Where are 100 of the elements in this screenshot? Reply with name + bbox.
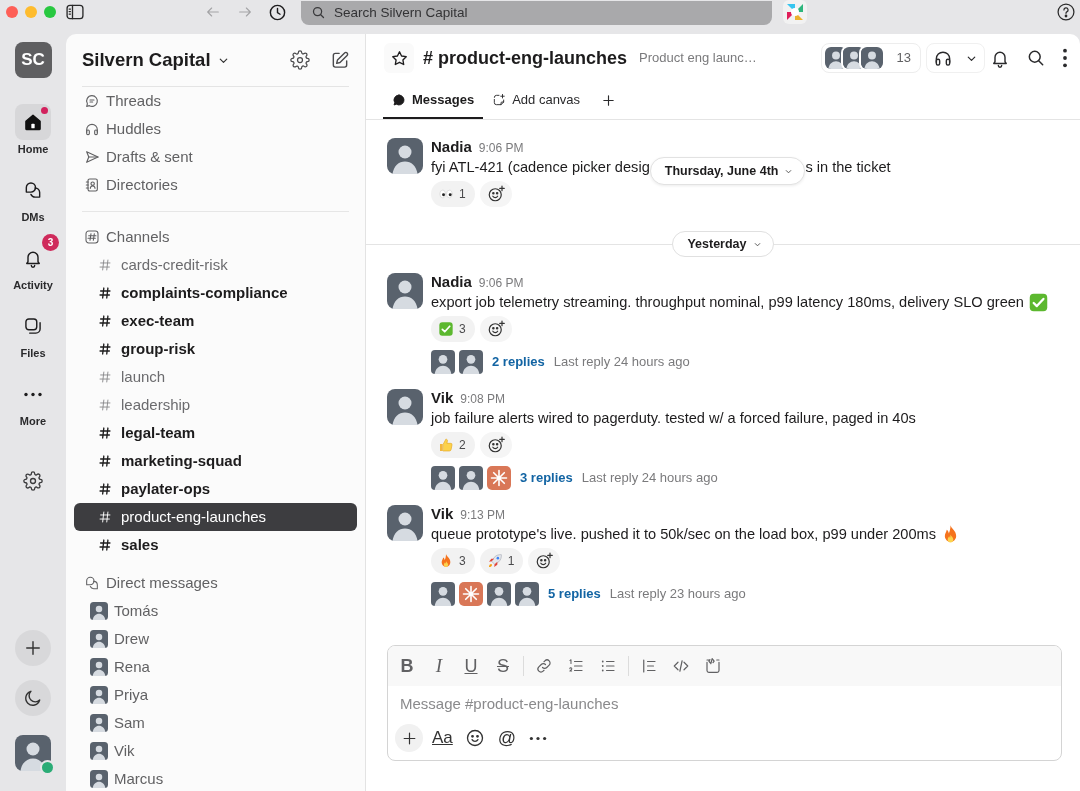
channel-item[interactable]: complaints-compliance bbox=[74, 279, 357, 307]
code-block-icon[interactable] bbox=[704, 657, 722, 675]
home-rail-button[interactable] bbox=[15, 104, 51, 140]
reaction-pill[interactable]: 1 bbox=[431, 181, 475, 207]
sidebar-toggle-icon[interactable] bbox=[65, 2, 85, 22]
avatar bbox=[515, 582, 539, 606]
contacts-icon bbox=[84, 177, 100, 193]
add-reaction-button[interactable] bbox=[479, 181, 512, 207]
sidebar-nav-item[interactable]: Directories bbox=[66, 171, 365, 199]
message-text: queue prototype's live. pushed it to 50k/sec on the load box, p99 under 200ms bbox=[431, 525, 936, 544]
add-reaction-button[interactable] bbox=[528, 548, 561, 574]
section-header[interactable]: Channels bbox=[66, 223, 365, 251]
compose-icon[interactable] bbox=[330, 50, 350, 70]
channel-topic[interactable]: Product eng launc… bbox=[639, 48, 757, 68]
workspace-avatar[interactable]: SC bbox=[14, 42, 52, 78]
date-divider-pill[interactable]: Yesterday bbox=[672, 231, 774, 257]
emoji-icon[interactable] bbox=[464, 728, 485, 748]
blockquote-icon[interactable] bbox=[640, 657, 658, 675]
message-input[interactable]: Message #product-eng-launches bbox=[400, 690, 1049, 716]
search-icon[interactable] bbox=[1026, 48, 1046, 68]
underline-button[interactable]: U bbox=[455, 652, 487, 680]
sidebar-nav-item[interactable]: Drafts & sent bbox=[66, 143, 365, 171]
more-vertical-icon[interactable] bbox=[1062, 48, 1068, 68]
message-text: export job telemetry streaming. throughput nominal, p99 latency 180ms, delivery SLO green bbox=[431, 293, 1024, 312]
channel-item[interactable]: paylater-ops bbox=[74, 475, 357, 503]
dm-item[interactable]: Vik bbox=[66, 737, 365, 765]
channel-item[interactable]: launch bbox=[74, 363, 357, 391]
hash-icon bbox=[98, 510, 112, 524]
date-divider-pill[interactable]: Thursday, June 4th bbox=[649, 157, 806, 185]
author-name[interactable]: Nadia bbox=[431, 271, 472, 294]
rail-label: Activity bbox=[13, 278, 53, 292]
reaction-pill[interactable]: 1 bbox=[479, 548, 524, 574]
settings-icon[interactable] bbox=[23, 471, 43, 491]
sidebar-nav-item[interactable]: Huddles bbox=[66, 115, 365, 143]
sparkle-avatar-icon bbox=[487, 466, 511, 490]
rocket-emoji-icon bbox=[486, 553, 503, 569]
message-time[interactable]: 9:06 PM bbox=[478, 139, 524, 157]
reaction-pill[interactable]: 3 bbox=[431, 316, 475, 342]
section-header[interactable]: Direct messages bbox=[66, 569, 365, 597]
hash-icon bbox=[98, 426, 112, 440]
dm-item[interactable]: Marcus bbox=[66, 765, 365, 791]
huddle-button[interactable] bbox=[926, 43, 985, 73]
channel-item[interactable]: marketing-squad bbox=[74, 447, 357, 475]
link-icon[interactable] bbox=[535, 657, 553, 675]
message-time[interactable]: 9:08 PM bbox=[460, 390, 505, 408]
dm-item[interactable]: Drew bbox=[66, 625, 365, 653]
author-name[interactable]: Vik bbox=[431, 503, 454, 526]
last-reply-time: Last reply 24 hours ago bbox=[581, 469, 718, 488]
replies-link[interactable]: 3 replies bbox=[520, 468, 573, 488]
attach-button[interactable] bbox=[395, 724, 423, 752]
replies-link[interactable]: 2 replies bbox=[492, 352, 545, 372]
hash-icon bbox=[98, 398, 112, 412]
history-clock-icon[interactable] bbox=[268, 2, 287, 22]
add-tab-icon[interactable] bbox=[601, 93, 617, 108]
channel-item[interactable]: leadership bbox=[74, 391, 357, 419]
reaction-pill[interactable]: 2 bbox=[431, 432, 475, 458]
add-reaction-button[interactable] bbox=[479, 432, 512, 458]
add-reaction-button[interactable] bbox=[479, 316, 512, 342]
headphones-icon bbox=[84, 121, 100, 137]
tab[interactable]: Add canvas bbox=[483, 82, 590, 119]
sidebar-nav-item[interactable]: Threads bbox=[66, 87, 365, 115]
channel-item[interactable]: product-eng-launches bbox=[74, 503, 357, 531]
strike-button[interactable]: S bbox=[487, 652, 519, 680]
rail-label: Home bbox=[17, 142, 49, 156]
italic-button[interactable]: I bbox=[423, 652, 455, 680]
dm-item[interactable]: Priya bbox=[66, 681, 365, 709]
message-time[interactable]: 9:13 PM bbox=[460, 506, 505, 524]
star-button[interactable] bbox=[384, 43, 414, 73]
settings-icon[interactable] bbox=[290, 50, 310, 70]
members-button[interactable]: 13 bbox=[820, 43, 921, 73]
channel-item[interactable]: exec-team bbox=[74, 307, 357, 335]
message-time[interactable]: 9:06 PM bbox=[478, 274, 524, 292]
replies-link[interactable]: 5 replies bbox=[548, 584, 601, 604]
more-icon[interactable] bbox=[529, 735, 548, 741]
code-icon[interactable] bbox=[672, 657, 690, 675]
channel-item[interactable]: group-risk bbox=[74, 335, 357, 363]
tab[interactable]: Messages bbox=[383, 82, 484, 119]
avatar bbox=[860, 47, 883, 69]
help-icon[interactable] bbox=[1056, 2, 1076, 22]
mention-button[interactable]: @ bbox=[494, 724, 520, 752]
channel-title[interactable]: # product-eng-launches bbox=[423, 44, 628, 72]
theme-button[interactable] bbox=[15, 680, 51, 716]
author-name[interactable]: Vik bbox=[431, 387, 454, 410]
channel-item[interactable]: sales bbox=[74, 531, 357, 559]
dm-item[interactable]: Tomás bbox=[66, 597, 365, 625]
dm-item[interactable]: Rena bbox=[66, 653, 365, 681]
channel-item[interactable]: legal-team bbox=[74, 419, 357, 447]
formatting-button[interactable]: Aa bbox=[430, 724, 455, 752]
bold-button[interactable]: B bbox=[391, 652, 423, 680]
author-name[interactable]: Nadia bbox=[431, 136, 472, 159]
reaction-pill[interactable]: 3 bbox=[431, 548, 475, 574]
app-icon[interactable] bbox=[783, 0, 807, 24]
add-workspace-button[interactable] bbox=[15, 630, 51, 666]
search-field[interactable]: Search Silvern Capital bbox=[301, 0, 772, 25]
avatar bbox=[459, 350, 483, 374]
workspace-menu[interactable]: Silvern Capital bbox=[82, 46, 230, 74]
rail-label: DMs bbox=[21, 210, 45, 224]
dm-item[interactable]: Sam bbox=[66, 709, 365, 737]
channel-item[interactable]: cards-credit-risk bbox=[74, 251, 357, 279]
numbered-list-icon[interactable] bbox=[567, 657, 585, 675]
